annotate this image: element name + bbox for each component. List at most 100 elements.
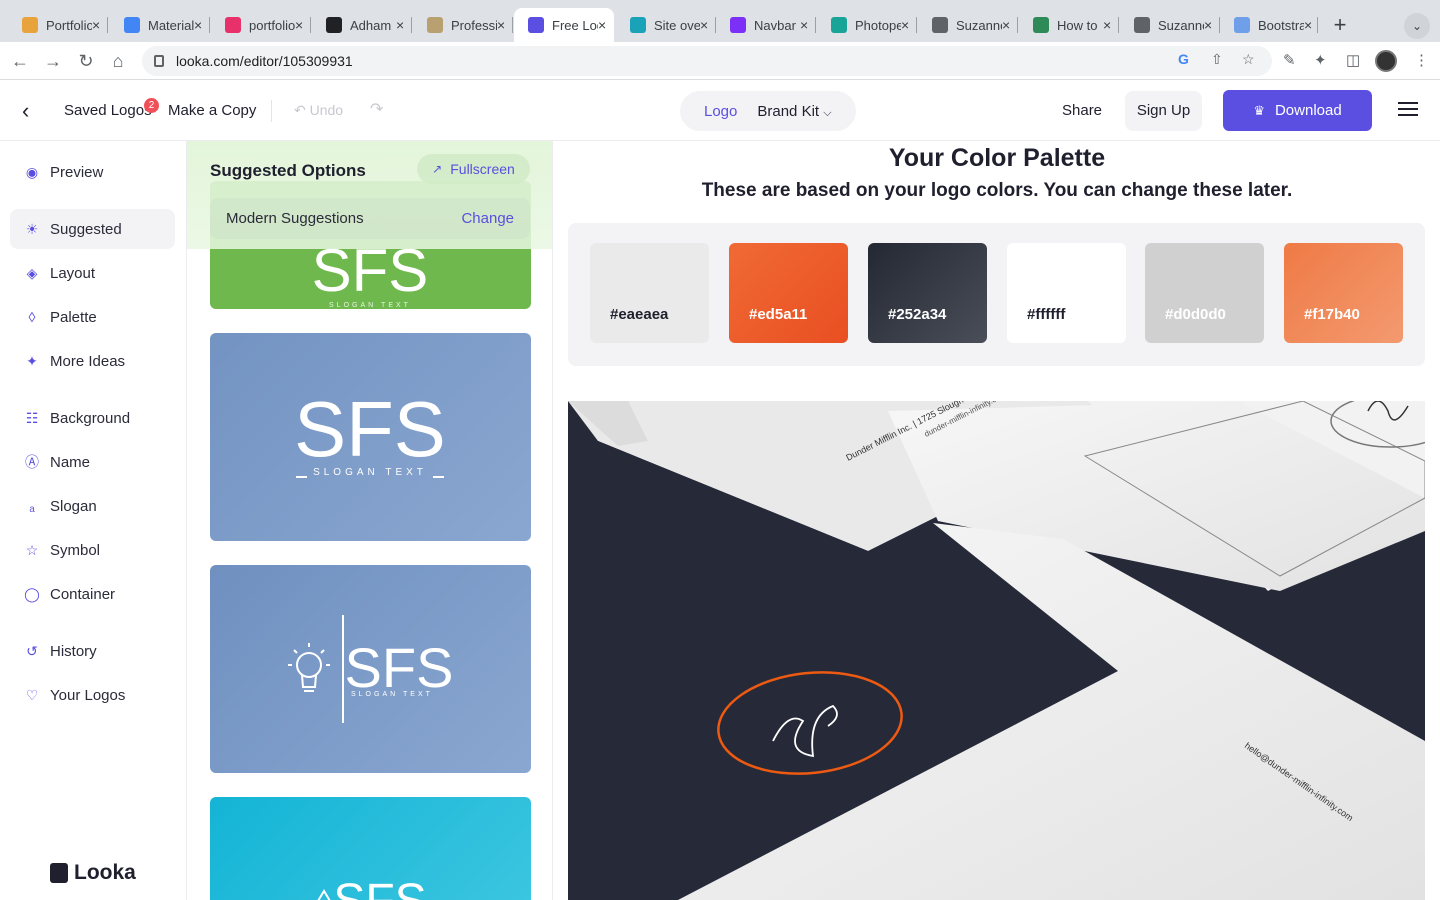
menu-icon[interactable] — [1398, 102, 1418, 118]
browser-tab[interactable]: portfolio × — [211, 8, 311, 42]
browser-tab[interactable]: Portfolio × — [8, 8, 108, 42]
brand-kit-dropdown[interactable]: Brand Kit ⌵ — [757, 103, 831, 120]
browser-tab[interactable]: Bootstrap× — [1220, 8, 1318, 42]
sidebar-item-name[interactable]: Ⓐ Name — [10, 442, 175, 482]
logo-suggestion-card[interactable]: SFS SLOGAN TEXT — [210, 333, 531, 541]
tab-title: Navbar — [754, 17, 796, 33]
color-swatch[interactable]: #ed5a11 — [729, 243, 848, 343]
sign-up-button[interactable]: Sign Up — [1125, 91, 1202, 131]
browser-tab[interactable]: Navbar × — [716, 8, 816, 42]
sidebar-item-label: Name — [50, 453, 91, 471]
suggestion-style-label: Modern Suggestions — [226, 210, 364, 227]
close-tab-icon[interactable]: × — [700, 17, 708, 33]
close-tab-icon[interactable]: × — [901, 17, 909, 33]
close-tab-icon[interactable]: × — [1304, 17, 1312, 33]
forward-icon[interactable]: → — [41, 49, 65, 73]
side-panel-icon[interactable]: ◫ — [1346, 51, 1360, 69]
redo-icon[interactable]: ↷ — [370, 99, 383, 119]
sidebar-item-palette[interactable]: ◊ Palette — [10, 297, 175, 337]
logo-tab[interactable]: Logo — [704, 103, 737, 120]
google-icon[interactable]: G — [1178, 51, 1189, 67]
browser-tab[interactable]: Material × — [110, 8, 210, 42]
browser-tab[interactable]: Adham × — [312, 8, 412, 42]
color-swatch[interactable]: #ffffff — [1007, 243, 1126, 343]
sidebar-item-history[interactable]: ↺ History — [10, 631, 175, 671]
back-arrow-icon[interactable]: ‹ — [22, 98, 29, 124]
expand-icon: ↗ — [432, 162, 443, 176]
logo-suggestion-card[interactable]: SFS SLOGAN TEXT — [210, 565, 531, 773]
sidebar-item-layout[interactable]: ◈ Layout — [10, 253, 175, 293]
close-tab-icon[interactable]: × — [800, 17, 808, 33]
share-button[interactable]: Share — [1062, 102, 1102, 119]
address-bar[interactable]: looka.com/editor/105309931 G ⇧ ☆ — [142, 46, 1272, 76]
browser-tab[interactable]: Suzanne× — [918, 8, 1018, 42]
close-tab-icon[interactable]: × — [1002, 17, 1010, 33]
chrome-menu-icon[interactable]: ⋮ — [1414, 51, 1429, 69]
home-icon[interactable]: ⌂ — [106, 49, 130, 73]
sidebar-item-container[interactable]: ◯ Container — [10, 574, 175, 614]
color-swatch[interactable]: #252a34 — [868, 243, 987, 343]
color-swatch[interactable]: #eaeaea — [590, 243, 709, 343]
browser-tab-strip: Portfolio × Material × portfolio × Adham × Profe… — [0, 0, 1440, 42]
make-copy-button[interactable]: Make a Copy — [168, 102, 256, 119]
tab-title: Adham — [350, 17, 392, 33]
color-swatch[interactable]: #d0d0d0 — [1145, 243, 1264, 343]
logo-suggestion-card[interactable]: SFS — [210, 797, 531, 900]
looka-mark-icon — [50, 863, 68, 883]
undo-button[interactable]: ↶ Undo — [294, 102, 343, 119]
sidebar-item-your-logos[interactable]: ♡ Your Logos — [10, 675, 175, 715]
swatch-hex-label: #eaeaea — [610, 306, 669, 323]
close-tab-icon[interactable]: × — [396, 17, 404, 33]
browser-tab[interactable]: Photopea× — [817, 8, 917, 42]
sidebar-item-preview[interactable]: ◉ Preview — [10, 152, 175, 192]
undo-icon: ↶ — [294, 102, 306, 118]
share-page-icon[interactable]: ⇧ — [1211, 51, 1223, 68]
eyedropper-extension-icon[interactable]: ✎ — [1283, 51, 1296, 69]
close-tab-icon[interactable]: × — [598, 17, 606, 33]
bookmark-star-icon[interactable]: ☆ — [1242, 51, 1255, 68]
logo-slogan-text: SLOGAN TEXT — [329, 302, 411, 309]
reload-icon[interactable]: ↻ — [74, 49, 98, 73]
close-tab-icon[interactable]: × — [1204, 17, 1212, 33]
sidebar-item-symbol[interactable]: ☆ Symbol — [10, 530, 175, 570]
sidebar-item-suggested[interactable]: ☀ Suggested — [10, 209, 175, 249]
close-tab-icon[interactable]: × — [194, 17, 202, 33]
color-palette: #eaeaea #ed5a11 #252a34 #ffffff #d0d0d0 #f17b… — [568, 223, 1425, 366]
sidebar-item-label: Container — [50, 585, 116, 603]
logo-brandkit-switch: Logo Brand Kit ⌵ — [680, 91, 856, 131]
palette-title: Your Color Palette — [888, 144, 1106, 172]
browser-tab[interactable]: Suzanne× — [1120, 8, 1220, 42]
sidebar-item-more-ideas[interactable]: ✦ More Ideas — [10, 341, 175, 381]
sidebar-item-background[interactable]: ☷ Background — [10, 398, 175, 438]
close-tab-icon[interactable]: × — [1103, 17, 1111, 33]
logo-preview: SFS — [317, 875, 427, 900]
tab-favicon-icon — [1033, 17, 1049, 33]
logo-preview: SFS SLOGAN TEXT — [288, 615, 453, 723]
browser-tab[interactable]: How to × — [1019, 8, 1119, 42]
close-tab-icon[interactable]: × — [497, 17, 505, 33]
back-icon[interactable]: ← — [8, 49, 32, 73]
browser-tab[interactable]: Free Logo× — [514, 8, 614, 42]
looka-logo[interactable]: Looka — [50, 861, 136, 885]
profile-avatar[interactable] — [1375, 50, 1397, 72]
browser-tab[interactable]: Professional× — [413, 8, 513, 42]
url-text: looka.com/editor/105309931 — [176, 53, 353, 69]
tab-title: Free Logo — [552, 17, 598, 33]
tab-title: Site overview — [654, 17, 700, 33]
change-style-button[interactable]: Change — [461, 210, 514, 227]
close-tab-icon[interactable]: × — [92, 17, 100, 33]
tab-title: How to — [1057, 17, 1098, 33]
tab-title: portfolio — [249, 17, 295, 33]
fullscreen-button[interactable]: ↗ Fullscreen — [417, 154, 530, 184]
tab-search-button[interactable]: ⌄ — [1404, 13, 1430, 39]
download-button[interactable]: ♛ Download — [1223, 90, 1372, 131]
browser-tab[interactable]: Site overview× — [616, 8, 716, 42]
new-tab-button[interactable]: + — [1326, 11, 1354, 39]
saved-logos-button[interactable]: Saved Logos — [64, 102, 152, 119]
lock-icon — [154, 55, 164, 67]
extensions-puzzle-icon[interactable]: ✦ — [1314, 51, 1327, 69]
sidebar-item-label: Symbol — [50, 541, 101, 559]
close-tab-icon[interactable]: × — [295, 17, 303, 33]
sidebar-item-slogan[interactable]: ₐ Slogan — [10, 486, 175, 526]
color-swatch[interactable]: #f17b40 — [1284, 243, 1403, 343]
